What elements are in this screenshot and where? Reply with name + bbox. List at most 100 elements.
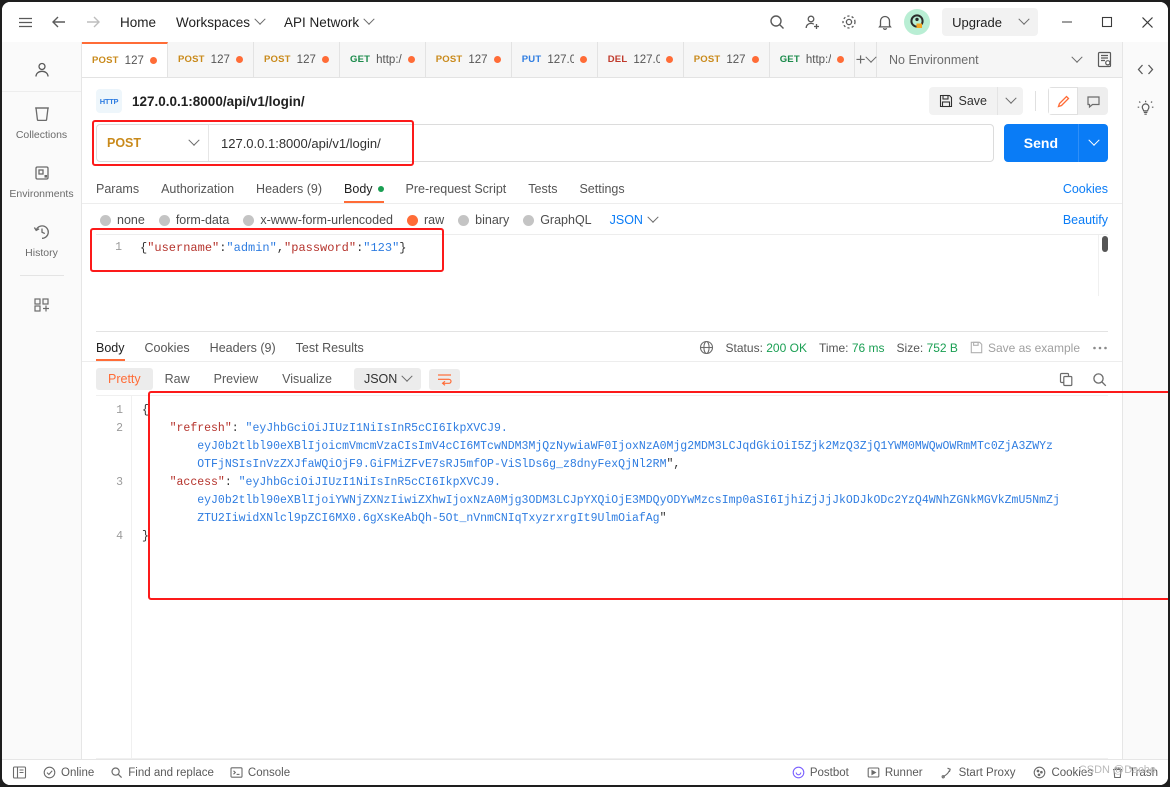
send-options-chevron-down-icon[interactable] bbox=[1078, 124, 1108, 162]
editor-scrollbar[interactable] bbox=[1098, 235, 1108, 296]
tab-authorization[interactable]: Authorization bbox=[161, 182, 234, 203]
request-tab[interactable]: POST 127.( bbox=[683, 42, 770, 77]
search-icon[interactable] bbox=[760, 5, 794, 39]
copy-icon[interactable] bbox=[1058, 371, 1075, 388]
sidebar-item-collections[interactable]: Collections bbox=[2, 92, 81, 151]
body-type-binary[interactable]: binary bbox=[458, 213, 509, 227]
home-nav-item[interactable]: Home bbox=[110, 10, 166, 35]
request-tab[interactable]: GET http:/ bbox=[769, 42, 856, 77]
body-format-selector[interactable]: JSON bbox=[610, 211, 659, 227]
minimize-button[interactable] bbox=[1048, 5, 1086, 39]
online-status[interactable]: Online bbox=[43, 766, 94, 779]
cookies-link[interactable]: Cookies bbox=[1063, 182, 1108, 203]
request-tab[interactable]: GET http:/ bbox=[340, 42, 426, 77]
environment-value: No Environment bbox=[889, 52, 979, 67]
request-title[interactable]: 127.0.0.1:8000/api/v1/login/ bbox=[132, 94, 305, 109]
search-icon[interactable] bbox=[1091, 371, 1108, 388]
save-options-chevron-down-icon[interactable] bbox=[997, 87, 1023, 115]
environment-selector[interactable]: No Environment bbox=[885, 51, 1085, 67]
sidebar-profile-button[interactable] bbox=[2, 48, 81, 92]
lightbulb-icon[interactable] bbox=[1136, 99, 1155, 118]
request-header-actions: Save bbox=[928, 87, 1108, 115]
bell-icon[interactable] bbox=[868, 5, 902, 39]
method-selector[interactable]: POST bbox=[97, 125, 209, 161]
request-tab[interactable]: DEL 127.0. bbox=[597, 42, 684, 77]
line-number: 4 bbox=[116, 530, 123, 543]
back-icon[interactable] bbox=[42, 5, 76, 39]
tab-params[interactable]: Params bbox=[96, 182, 139, 203]
body-type-raw[interactable]: raw bbox=[407, 213, 444, 227]
beautify-button[interactable]: Beautify bbox=[1063, 213, 1108, 227]
request-tab[interactable]: POST 127.( bbox=[168, 42, 254, 77]
tab-label: Body bbox=[344, 182, 373, 196]
gear-icon[interactable] bbox=[832, 5, 866, 39]
sidebar-item-history[interactable]: History bbox=[2, 210, 81, 269]
find-and-replace-button[interactable]: Find and replace bbox=[110, 766, 214, 779]
request-tab[interactable]: POST 127.( bbox=[82, 42, 168, 77]
json-row: eyJ0b2tlbl90eXBlIjoiYWNjZXNzIiwiZXhwIjox… bbox=[142, 494, 1060, 507]
json-row: { bbox=[142, 404, 149, 417]
request-tab[interactable]: POST 127.( bbox=[425, 42, 512, 77]
main-area: POST 127.( POST 127.( POST 127.( GET htt… bbox=[82, 42, 1168, 759]
tab-body[interactable]: Body bbox=[344, 182, 384, 203]
word-wrap-icon[interactable] bbox=[429, 368, 461, 390]
unsaved-dot-icon bbox=[407, 56, 415, 63]
api-network-nav-item[interactable]: API Network bbox=[274, 10, 383, 35]
menu-icon[interactable] bbox=[8, 5, 42, 39]
save-as-example-button[interactable]: Save as example bbox=[970, 341, 1080, 355]
runner-button[interactable]: Runner bbox=[867, 766, 923, 779]
body-type-none[interactable]: none bbox=[100, 213, 145, 227]
sidebar-toggle-icon[interactable] bbox=[12, 765, 27, 780]
response-format-selector[interactable]: JSON bbox=[353, 368, 422, 390]
body-type-urlencoded[interactable]: x-www-form-urlencoded bbox=[243, 213, 393, 227]
workspaces-nav-item[interactable]: Workspaces bbox=[166, 10, 274, 35]
tab-settings[interactable]: Settings bbox=[579, 182, 624, 203]
console-button[interactable]: Console bbox=[230, 766, 290, 779]
close-button[interactable] bbox=[1128, 5, 1166, 39]
response-body[interactable]: 1 2 3 4 { "refresh": "eyJhbGciOiJIUzI1NiIsI… bbox=[96, 395, 1108, 759]
upgrade-label: Upgrade bbox=[952, 14, 1002, 30]
person-add-icon[interactable] bbox=[796, 5, 830, 39]
upgrade-button[interactable]: Upgrade bbox=[942, 8, 1038, 36]
environment-quicklook-icon[interactable] bbox=[1095, 50, 1114, 69]
body-type-label: form-data bbox=[175, 213, 230, 227]
method-value: POST bbox=[107, 136, 142, 150]
response-tab-body[interactable]: Body bbox=[96, 341, 125, 361]
request-tab[interactable]: POST 127.( bbox=[254, 42, 340, 77]
new-tab-button[interactable]: + bbox=[855, 42, 866, 77]
code-snippet-icon[interactable] bbox=[1136, 60, 1155, 79]
more-horizontal-icon[interactable] bbox=[1092, 345, 1108, 351]
postbot-button[interactable]: Postbot bbox=[792, 766, 849, 779]
tab-list-chevron-down-icon[interactable] bbox=[865, 42, 877, 77]
response-tab-test-results[interactable]: Test Results bbox=[296, 341, 364, 361]
response-tab-cookies[interactable]: Cookies bbox=[145, 341, 190, 361]
response-view-visualize[interactable]: Visualize bbox=[270, 368, 344, 390]
send-button[interactable]: Send bbox=[1003, 124, 1108, 162]
body-type-graphql[interactable]: GraphQL bbox=[523, 213, 592, 227]
sidebar-item-add-module[interactable] bbox=[2, 282, 81, 324]
url-input[interactable]: 127.0.0.1:8000/api/v1/login/ bbox=[209, 136, 993, 151]
pencil-icon[interactable] bbox=[1048, 87, 1078, 115]
response-view-pretty[interactable]: Pretty bbox=[96, 368, 153, 390]
body-type-form-data[interactable]: form-data bbox=[158, 213, 230, 227]
forward-icon[interactable] bbox=[76, 5, 110, 39]
save-button[interactable]: Save bbox=[928, 87, 997, 115]
tab-tests[interactable]: Tests bbox=[528, 182, 557, 203]
request-body-editor[interactable]: 1 {"username":"admin","password":"123"} bbox=[96, 234, 1108, 296]
request-tab[interactable]: PUT 127.0. bbox=[511, 42, 598, 77]
response-tab-headers[interactable]: Headers (9) bbox=[210, 341, 276, 361]
maximize-button[interactable] bbox=[1088, 5, 1126, 39]
response-view-raw[interactable]: Raw bbox=[153, 368, 202, 390]
request-body-code[interactable]: {"username":"admin","password":"123"} bbox=[130, 235, 1098, 296]
response-view-preview[interactable]: Preview bbox=[202, 368, 270, 390]
sidebar-item-environments[interactable]: Environments bbox=[2, 151, 81, 210]
radio-icon bbox=[243, 214, 255, 226]
user-avatar[interactable] bbox=[904, 9, 931, 35]
response-section-tabs: Body Cookies Headers (9) Test Results St… bbox=[82, 332, 1122, 362]
comment-icon[interactable] bbox=[1078, 87, 1108, 115]
start-proxy-button[interactable]: Start Proxy bbox=[941, 766, 1015, 779]
sidebar-item-label: History bbox=[25, 247, 58, 259]
unsaved-dot-icon bbox=[579, 56, 587, 63]
tab-pre-request-script[interactable]: Pre-request Script bbox=[406, 182, 507, 203]
tab-headers[interactable]: Headers (9) bbox=[256, 182, 322, 203]
